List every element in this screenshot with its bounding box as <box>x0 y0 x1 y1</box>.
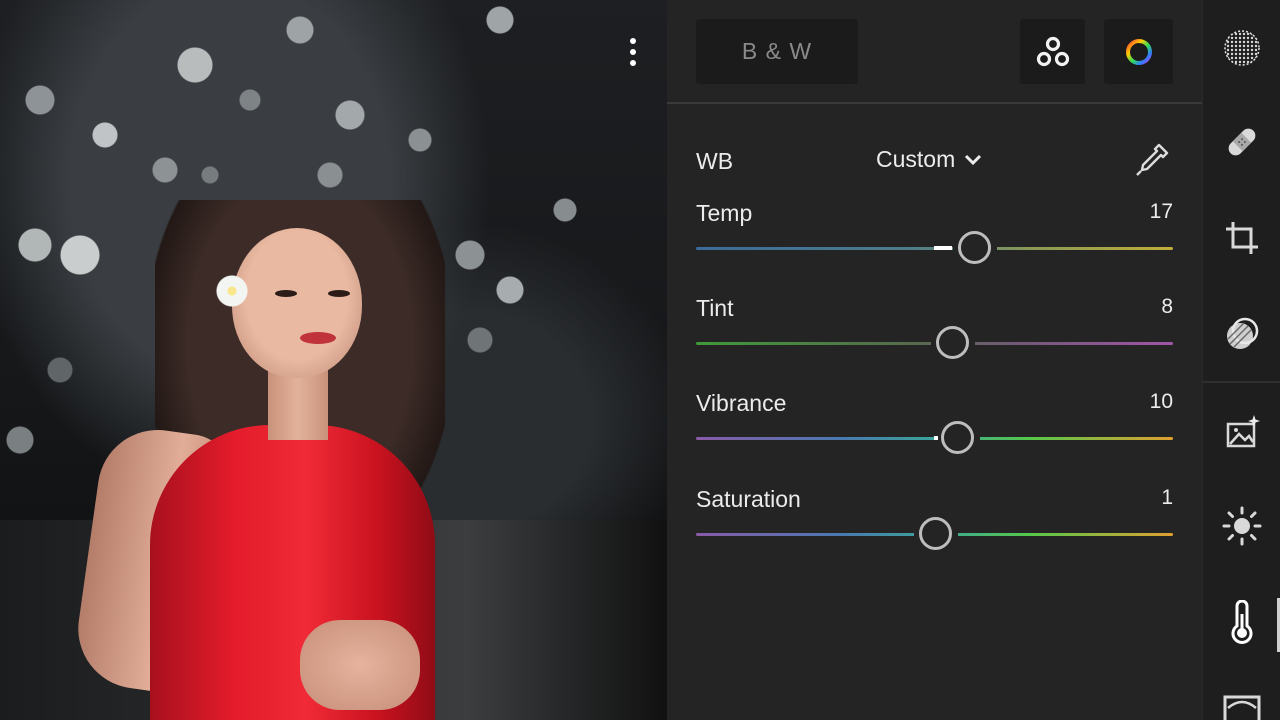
healing-icon <box>1228 128 1256 156</box>
more-options-button[interactable] <box>620 32 646 72</box>
color-temperature-icon <box>1231 600 1253 644</box>
white-balance-value: Custom <box>876 146 956 172</box>
vertical-dots-icon <box>630 38 636 44</box>
tint-slider-thumb[interactable] <box>936 326 969 359</box>
photo-subject-hands <box>300 620 420 710</box>
panel-header: B & W <box>667 0 1202 104</box>
healing-tool[interactable] <box>1222 122 1262 162</box>
temp-default-marker <box>934 246 952 250</box>
masking-tool[interactable] <box>1222 314 1262 354</box>
color-wheel-icon <box>1125 38 1152 65</box>
crop-icon <box>1226 222 1258 254</box>
tint-label: Tint <box>696 295 734 321</box>
profiles-circles-icon <box>1036 36 1069 66</box>
temp-label: Temp <box>696 200 753 226</box>
chevron-down-icon <box>965 154 982 165</box>
auto-enhance-icon <box>1226 415 1260 448</box>
black-white-button[interactable]: B & W <box>696 19 858 84</box>
color-temperature-tool[interactable] <box>1222 600 1262 644</box>
white-balance-dropdown[interactable]: Custom <box>876 146 983 173</box>
profiles-button[interactable] <box>1020 19 1085 84</box>
crop-tool[interactable] <box>1222 218 1262 258</box>
tool-rail <box>1202 0 1280 720</box>
temp-slider-row: Temp 17 <box>696 200 1173 280</box>
effects-icon <box>1223 695 1261 720</box>
vibrance-label: Vibrance <box>696 390 787 416</box>
light-tool[interactable] <box>1222 506 1262 546</box>
vibrance-value: 10 <box>1149 390 1173 413</box>
presets-tool[interactable] <box>1222 28 1262 68</box>
color-mix-button[interactable] <box>1104 19 1173 84</box>
light-icon <box>1222 506 1262 546</box>
white-balance-row: WB Custom <box>696 140 1174 180</box>
rail-divider <box>1203 381 1280 383</box>
presets-icon <box>1224 30 1260 66</box>
photo-subject-eye <box>275 290 297 297</box>
photo-subject-lips <box>300 332 336 344</box>
saturation-slider-thumb[interactable] <box>919 517 952 550</box>
saturation-label: Saturation <box>696 486 801 512</box>
effects-tool[interactable] <box>1222 692 1262 720</box>
vibrance-slider-thumb[interactable] <box>941 421 974 454</box>
tint-value: 8 <box>1161 295 1173 318</box>
color-edit-panel: B & W WB Custom Temp 17 Tint 8 Vibrance … <box>667 0 1202 720</box>
photo-canvas[interactable] <box>0 0 667 720</box>
temp-slider-thumb[interactable] <box>958 231 991 264</box>
photo-subject-face <box>232 228 362 378</box>
masking-icon <box>1227 317 1259 349</box>
eyedropper-button[interactable] <box>1132 140 1172 180</box>
white-balance-label: WB <box>696 148 734 174</box>
photo-subject-flower <box>213 272 251 310</box>
saturation-slider-row: Saturation 1 <box>696 486 1173 566</box>
photo-subject-eye <box>328 290 350 297</box>
temp-value: 17 <box>1149 200 1173 223</box>
saturation-value: 1 <box>1161 486 1173 509</box>
auto-enhance-tool[interactable] <box>1222 412 1262 452</box>
tint-slider-row: Tint 8 <box>696 295 1173 375</box>
vibrance-slider-row: Vibrance 10 <box>696 390 1173 470</box>
eyedropper-icon <box>1136 143 1169 176</box>
